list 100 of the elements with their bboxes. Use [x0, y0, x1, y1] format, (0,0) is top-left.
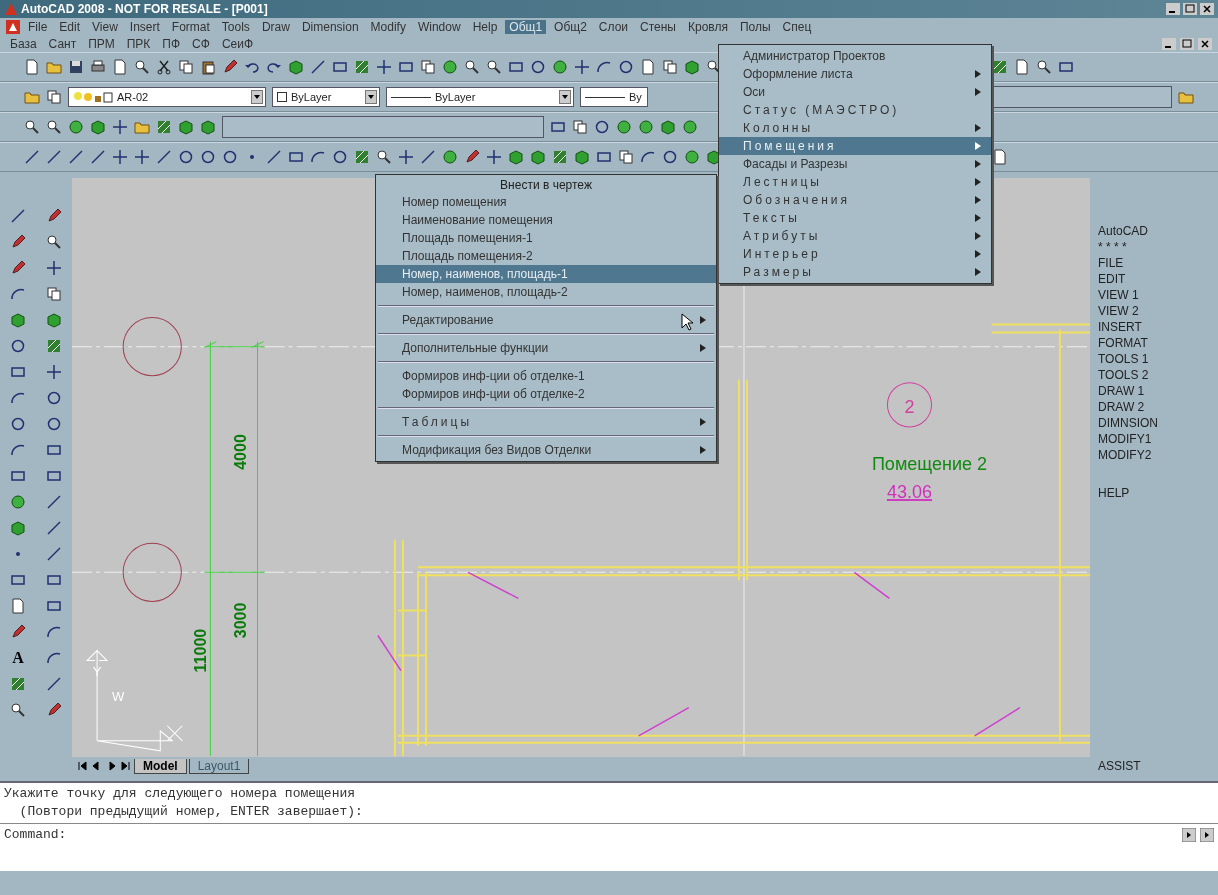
screen-menu-item[interactable]: TOOLS 2 — [1098, 368, 1218, 382]
rectangle-icon[interactable] — [332, 59, 348, 75]
move-icon[interactable] — [398, 149, 414, 165]
zoom-icon[interactable] — [1036, 59, 1052, 75]
circle-icon[interactable] — [46, 416, 62, 432]
menu-item[interactable]: Размеры — [719, 263, 991, 281]
screen-menu-item[interactable]: MODIFY2 — [1098, 448, 1218, 462]
menu-item[interactable]: Редактирование — [376, 311, 716, 329]
hatch-icon[interactable] — [354, 59, 370, 75]
line-icon[interactable] — [46, 520, 62, 536]
copy-icon[interactable] — [420, 59, 436, 75]
folder-icon[interactable] — [1178, 89, 1194, 105]
menu-item[interactable]: Площадь помещения-2 — [376, 247, 716, 265]
copy-icon[interactable] — [46, 89, 62, 105]
cube-icon[interactable] — [574, 149, 590, 165]
cube-icon[interactable] — [530, 149, 546, 165]
sphere-icon[interactable] — [682, 119, 698, 135]
menu-item[interactable]: Наименование помещения — [376, 211, 716, 229]
menu-bar-item[interactable]: ПФ — [158, 36, 185, 51]
rectangle-icon[interactable] — [508, 59, 524, 75]
menu-item[interactable]: Интерьер — [719, 245, 991, 263]
menu-item[interactable]: Таблицы — [376, 413, 716, 431]
copy-icon[interactable] — [662, 59, 678, 75]
menu-bar-item[interactable]: Полы — [735, 19, 775, 34]
arc-icon[interactable] — [10, 286, 26, 302]
sphere-icon[interactable] — [68, 119, 84, 135]
sphere-icon[interactable] — [616, 119, 632, 135]
menu-bar-item[interactable]: СеиФ — [217, 36, 258, 51]
line-icon[interactable] — [46, 494, 62, 510]
screen-menu-item[interactable]: ASSIST — [1098, 759, 1218, 773]
line-icon[interactable] — [10, 208, 26, 224]
move-icon[interactable] — [46, 364, 62, 380]
screen-menu-item[interactable]: * * * * — [1098, 240, 1218, 254]
linetype-dropdown[interactable]: ByLayer — [386, 87, 574, 107]
line-icon[interactable] — [420, 149, 436, 165]
cube-icon[interactable] — [10, 520, 26, 536]
copy-icon[interactable] — [46, 286, 62, 302]
menu-bar-item[interactable]: Кровля — [684, 19, 732, 34]
restore-icon[interactable] — [1180, 37, 1194, 50]
printer-icon[interactable] — [90, 59, 106, 75]
menu-bar-item[interactable]: Window — [413, 19, 465, 34]
zoom-icon[interactable] — [24, 119, 40, 135]
menu-bar-item[interactable]: Общ2 — [550, 19, 591, 34]
rectangle-icon[interactable] — [10, 468, 26, 484]
document-icon[interactable] — [640, 59, 656, 75]
line-icon[interactable] — [90, 149, 106, 165]
hatch-icon[interactable] — [46, 338, 62, 354]
menu-bar-item[interactable]: Edit — [55, 19, 85, 34]
menu-bar-item[interactable]: Общ1 — [505, 19, 547, 34]
menu-bar-item[interactable]: View — [88, 19, 122, 34]
hatch-icon[interactable] — [552, 149, 568, 165]
layer-dropdown[interactable]: AR-02 — [68, 87, 266, 107]
menu-item[interactable]: Формиров инф-ции об отделке-2 — [376, 385, 716, 403]
rectangle-icon[interactable] — [1058, 59, 1074, 75]
zoom-icon[interactable] — [486, 59, 502, 75]
pencil-icon[interactable] — [10, 234, 26, 250]
menu-bar-item[interactable]: Modify — [366, 19, 410, 34]
menu-item[interactable]: Помещения — [719, 137, 991, 155]
menu-item[interactable]: Администратор Проектов — [719, 47, 991, 65]
rectangle-icon[interactable] — [46, 572, 62, 588]
document-icon[interactable] — [10, 598, 26, 614]
menu-bar-item[interactable]: Сант — [44, 36, 81, 51]
document-icon[interactable] — [1014, 59, 1030, 75]
arc-icon[interactable] — [310, 149, 326, 165]
circle-icon[interactable] — [594, 119, 610, 135]
menu-bar-item[interactable]: СФ — [188, 36, 214, 51]
menu-item[interactable]: Статус (МАЭСТРО) — [719, 101, 991, 119]
cube-icon[interactable] — [288, 59, 304, 75]
arc-icon[interactable] — [46, 650, 62, 666]
screen-menu-item[interactable]: VIEW 1 — [1098, 288, 1218, 302]
hatch-icon[interactable] — [992, 59, 1008, 75]
lineweight-dropdown[interactable]: By — [580, 87, 648, 107]
circle-icon[interactable] — [662, 149, 678, 165]
rectangle-icon[interactable] — [10, 572, 26, 588]
menu-bar-item[interactable]: Tools — [217, 19, 254, 34]
circle-icon[interactable] — [46, 390, 62, 406]
menu-item[interactable]: Обозначения — [719, 191, 991, 209]
circle-icon[interactable] — [222, 149, 238, 165]
menu-bar-item[interactable]: Dimension — [297, 19, 363, 34]
layout-tab[interactable]: Model — [134, 758, 187, 774]
rectangle-icon[interactable] — [46, 442, 62, 458]
move-icon[interactable] — [486, 149, 502, 165]
hatch-icon[interactable] — [10, 676, 26, 692]
arc-icon[interactable] — [640, 149, 656, 165]
menu-item[interactable]: Атрибуты — [719, 227, 991, 245]
cube-icon[interactable] — [200, 119, 216, 135]
arc-icon[interactable] — [10, 390, 26, 406]
pencil-icon[interactable] — [10, 260, 26, 276]
rectangle-icon[interactable] — [288, 149, 304, 165]
screen-menu-item[interactable]: VIEW 2 — [1098, 304, 1218, 318]
line-icon[interactable] — [46, 676, 62, 692]
line-icon[interactable] — [156, 149, 172, 165]
rectangle-icon[interactable] — [550, 119, 566, 135]
screen-menu-item[interactable]: INSERT — [1098, 320, 1218, 334]
input-field[interactable] — [222, 116, 544, 138]
move-icon[interactable] — [134, 149, 150, 165]
pencil-icon[interactable] — [222, 59, 238, 75]
clipboard-icon[interactable] — [200, 59, 216, 75]
pencil-icon[interactable] — [46, 208, 62, 224]
sphere-icon[interactable] — [442, 59, 458, 75]
